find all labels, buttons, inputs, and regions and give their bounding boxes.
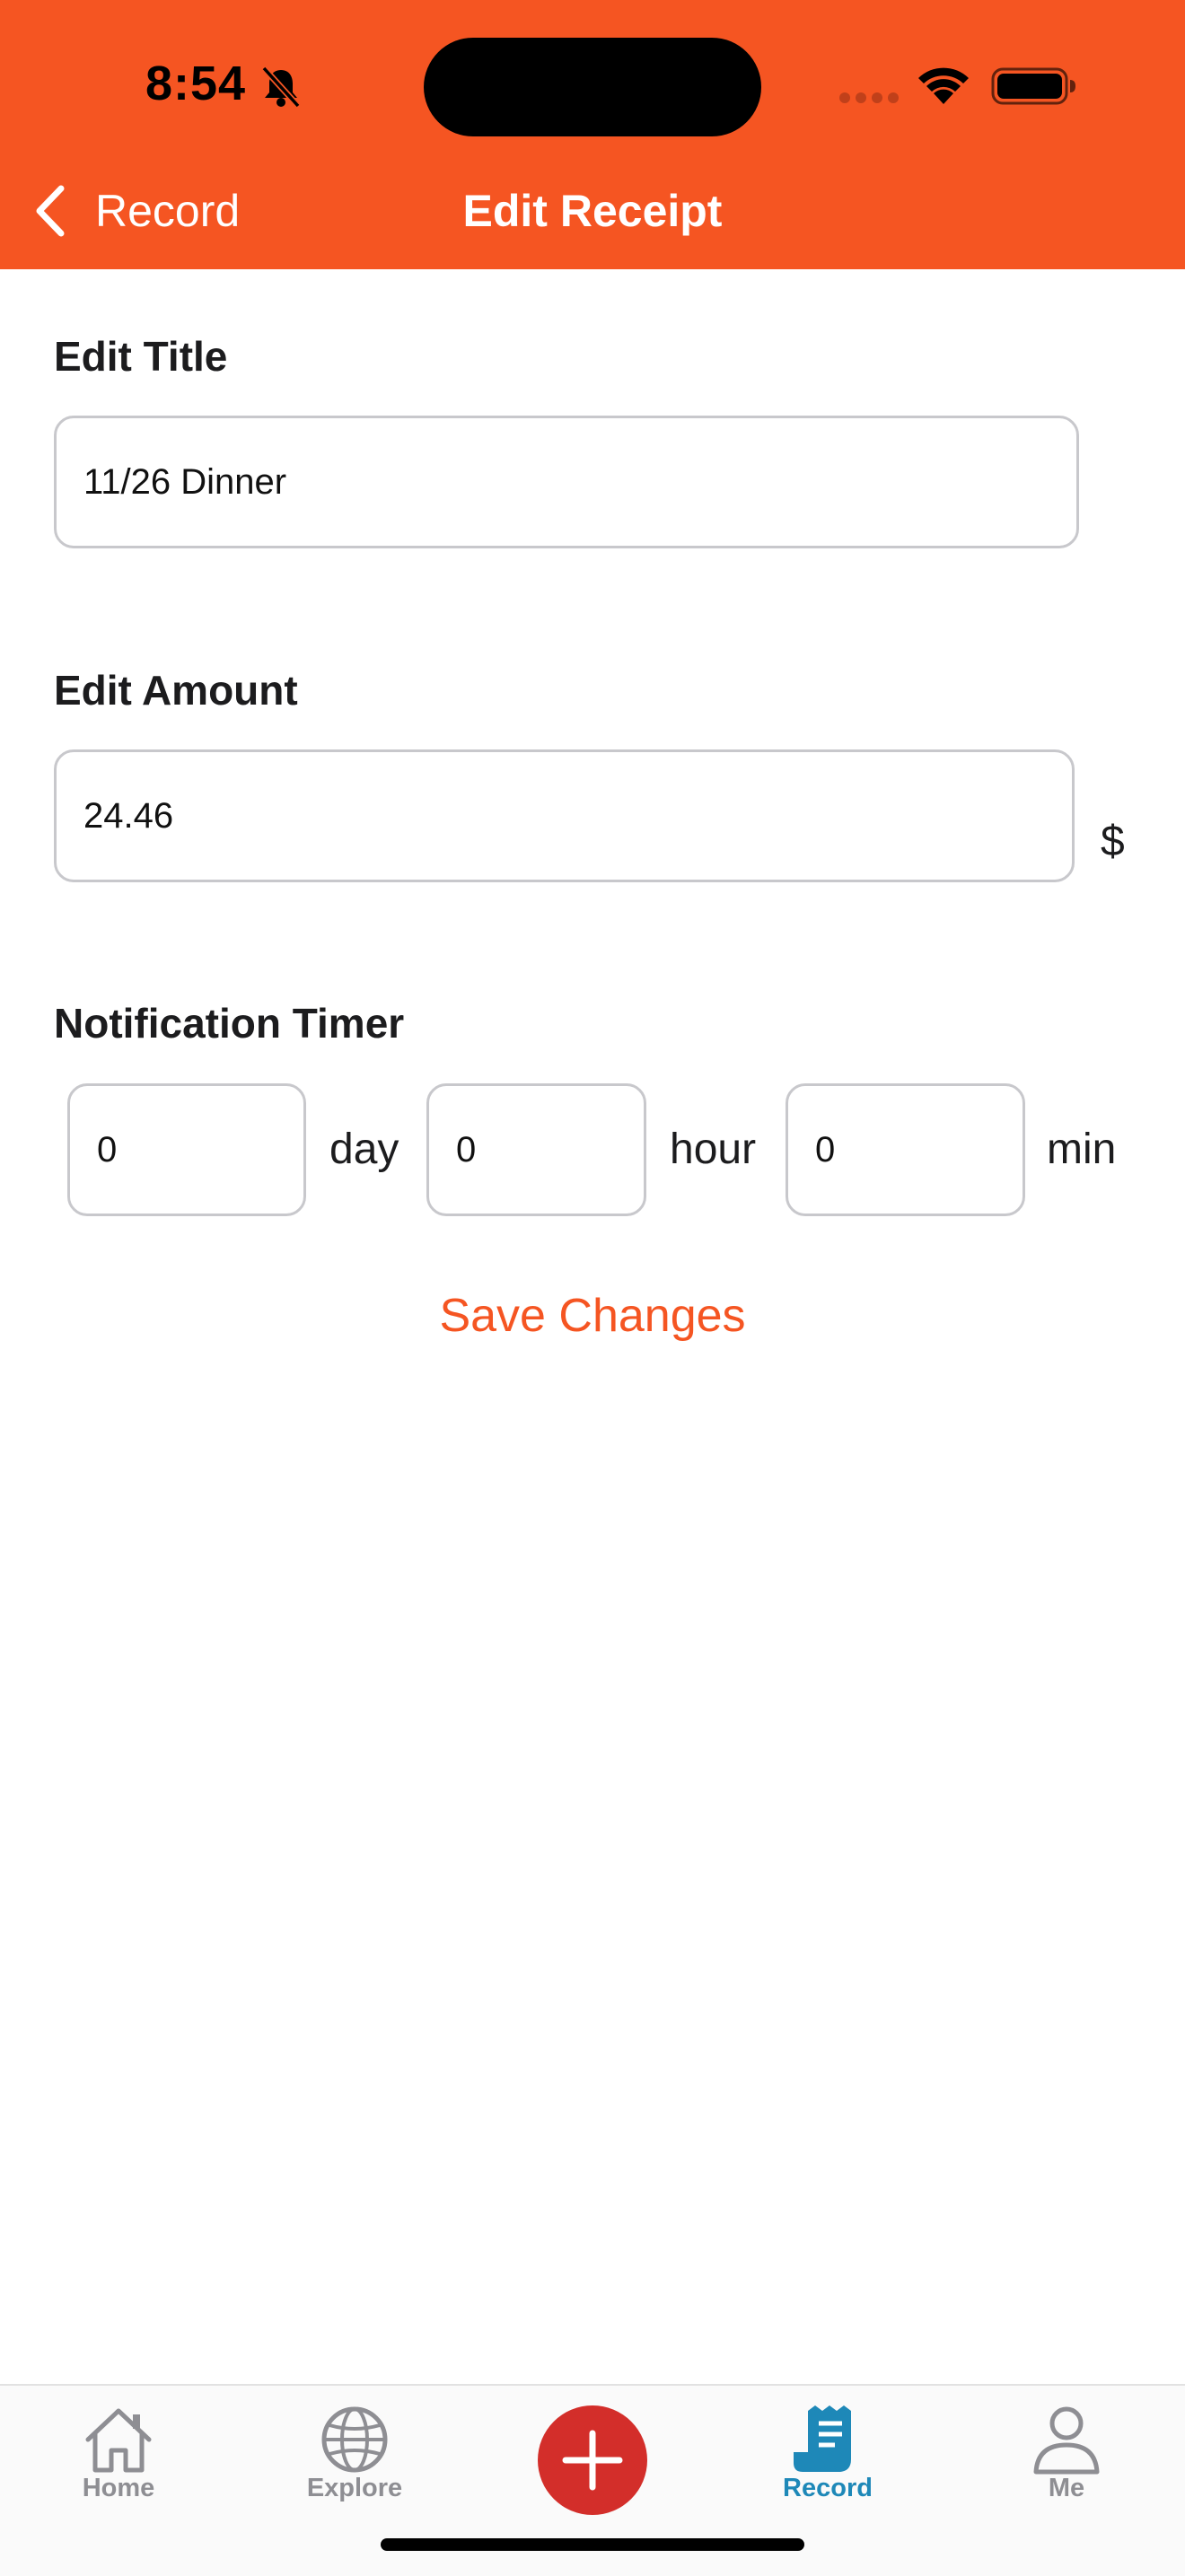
- edit-amount-label: Edit Amount: [54, 667, 298, 714]
- back-button-label: Record: [95, 186, 241, 236]
- chevron-left-icon: [36, 185, 65, 237]
- add-receipt-button[interactable]: [538, 2405, 647, 2515]
- back-button[interactable]: Record: [32, 180, 240, 242]
- status-time: 8:54: [145, 57, 247, 110]
- tab-me[interactable]: Me: [995, 2404, 1138, 2503]
- hour-input[interactable]: [426, 1083, 646, 1216]
- min-unit-label: min: [1047, 1126, 1117, 1173]
- cellular-signal-icon: [839, 92, 899, 103]
- title-input[interactable]: [54, 416, 1079, 548]
- globe-icon: [321, 2406, 388, 2473]
- home-indicator: [381, 2538, 804, 2551]
- home-icon: [85, 2408, 152, 2473]
- battery-icon: [991, 67, 1075, 105]
- nav-header: 8:54 Record Edit Receipt: [0, 0, 1185, 269]
- notification-timer-label: Notification Timer: [54, 1000, 405, 1047]
- save-changes-button[interactable]: Save Changes: [0, 1289, 1185, 1343]
- hour-unit-label: hour: [670, 1126, 757, 1173]
- amount-input[interactable]: [54, 749, 1075, 882]
- plus-icon: [562, 2430, 623, 2491]
- bell-muted-icon: [261, 66, 301, 108]
- tab-record-label: Record: [783, 2474, 873, 2502]
- tab-explore-label: Explore: [306, 2474, 403, 2502]
- tab-me-label: Me: [1048, 2474, 1085, 2502]
- tab-explore[interactable]: Explore: [283, 2404, 426, 2503]
- wifi-icon: [918, 67, 969, 104]
- receipt-icon: [794, 2405, 851, 2472]
- tab-record[interactable]: Record: [756, 2404, 900, 2503]
- person-icon: [1033, 2406, 1100, 2475]
- currency-symbol: $: [1101, 818, 1125, 865]
- day-input[interactable]: [67, 1083, 306, 1216]
- tab-home-label: Home: [82, 2474, 155, 2502]
- edit-title-label: Edit Title: [54, 333, 228, 380]
- day-unit-label: day: [329, 1126, 399, 1173]
- tab-home[interactable]: Home: [47, 2404, 190, 2503]
- dynamic-island: [424, 38, 761, 136]
- min-input[interactable]: [786, 1083, 1025, 1216]
